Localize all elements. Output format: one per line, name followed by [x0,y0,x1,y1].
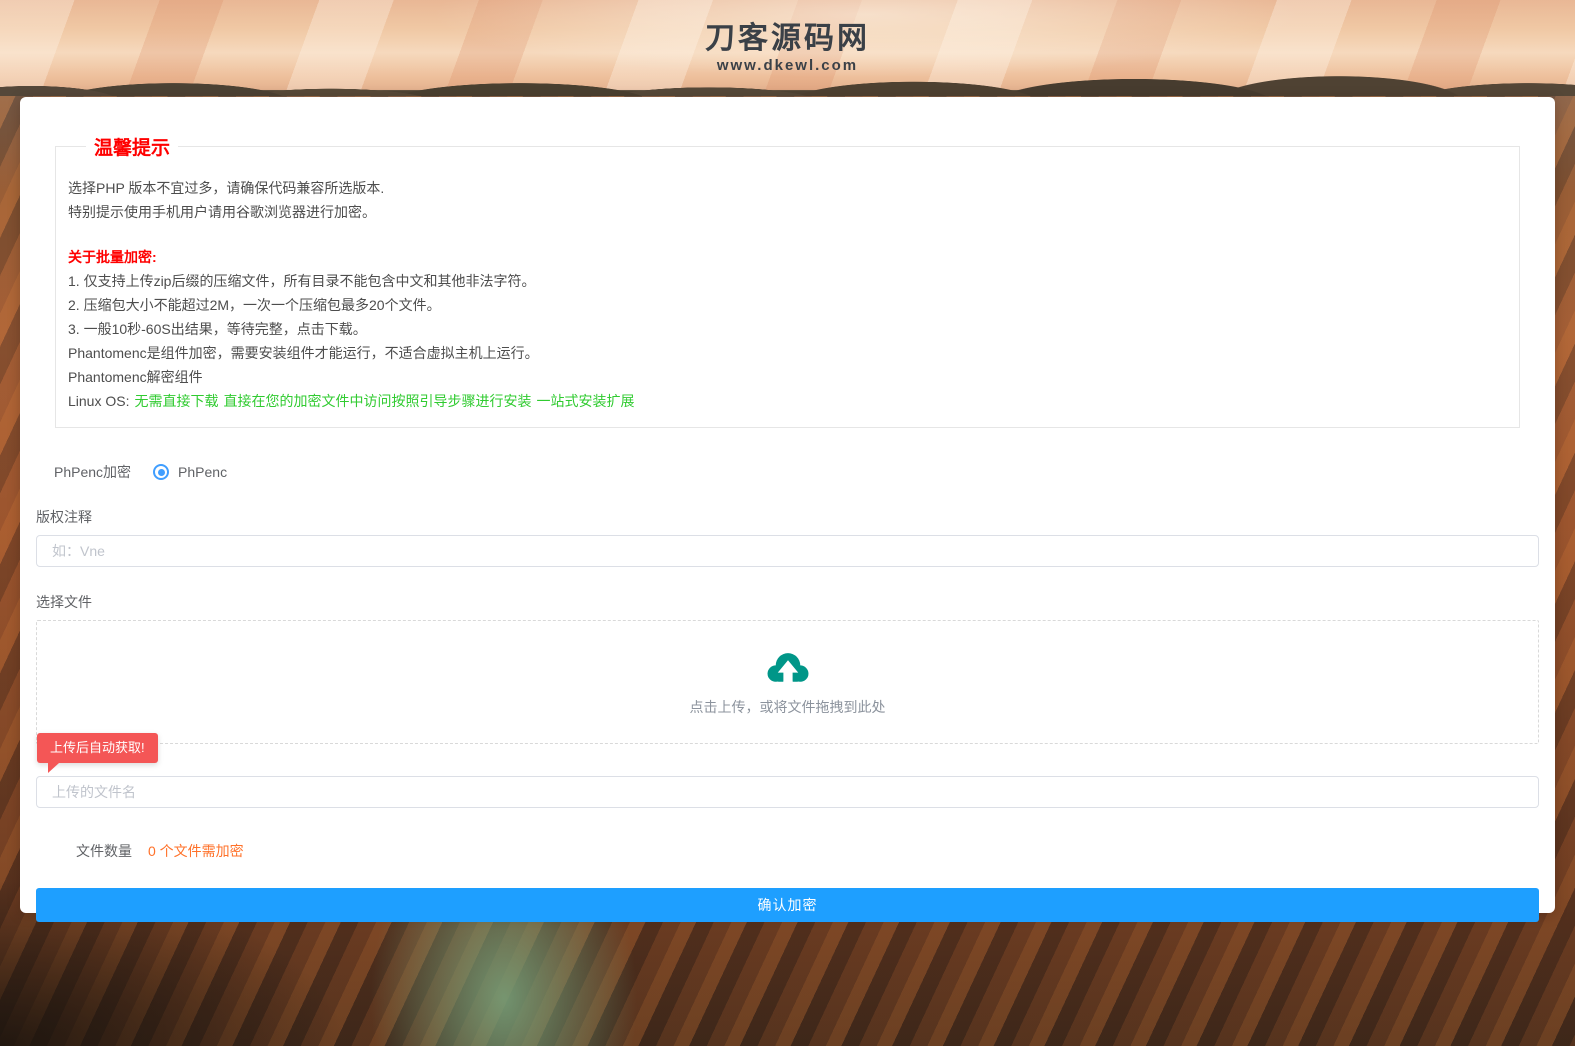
uploaded-filename-input[interactable] [36,776,1539,808]
confirm-encrypt-button[interactable]: 确认加密 [36,888,1539,922]
batch-encrypt-title: 关于批量加密: [68,245,1507,269]
phpenc-radio[interactable] [153,464,169,480]
upload-hint-text: 点击上传，或将文件拖拽到此处 [690,697,886,717]
upload-tooltip: 上传后自动获取! [37,733,158,763]
page: 刀客源码网 www.dkewl.com 温馨提示 选择PHP 版本不宜过多，请确… [0,0,1575,1046]
linux-os-prefix: Linux OS: [68,393,129,409]
notice-panel: 温馨提示 选择PHP 版本不宜过多，请确保代码兼容所选版本. 特别提示使用手机用… [55,133,1520,428]
cloud-upload-icon [762,647,814,691]
upload-dropzone[interactable]: 点击上传，或将文件拖拽到此处 [36,620,1539,744]
batch-rule-line: Phantomenc解密组件 [68,365,1507,389]
batch-rule-line: 2. 压缩包大小不能超过2M，一次一个压缩包最多20个文件。 [68,293,1507,317]
linux-os-line: Linux OS: 无需直接下载直接在您的加密文件中访问按照引导步骤进行安装一站式… [68,389,1507,413]
batch-rule-line: 1. 仅支持上传zip后缀的压缩文件，所有目录不能包含中文和其他非法字符。 [68,269,1507,293]
file-count-row: 文件数量 0 个文件需加密 [76,841,1539,861]
batch-rule-line: Phantomenc是组件加密，需要安装组件才能运行，不适合虚拟主机上运行。 [68,341,1507,365]
phpenc-radio-label[interactable]: PhPenc [178,464,227,480]
encryption-type-row: PhPenc加密 PhPenc [54,462,1539,482]
copyright-input[interactable] [36,535,1539,567]
main-card: 温馨提示 选择PHP 版本不宜过多，请确保代码兼容所选版本. 特别提示使用手机用… [20,97,1555,913]
link-install-guide[interactable]: 直接在您的加密文件中访问按照引导步骤进行安装 [223,393,531,409]
file-select-label: 选择文件 [36,592,1539,612]
link-no-direct-download[interactable]: 无需直接下载 [134,393,218,409]
site-logo-subtitle: www.dkewl.com [0,57,1575,74]
link-one-click-extension[interactable]: 一站式安装扩展 [536,393,634,409]
notice-line: 选择PHP 版本不宜过多，请确保代码兼容所选版本. [68,176,1507,200]
file-count-label: 文件数量 [76,841,132,861]
copyright-label: 版权注释 [36,507,1539,527]
notice-line: 特别提示使用手机用户请用谷歌浏览器进行加密。 [68,200,1507,224]
notice-legend: 温馨提示 [86,133,178,160]
site-logo-title: 刀客源码网 [0,22,1575,55]
file-count-value: 0 个文件需加密 [148,841,244,861]
encryption-type-label: PhPenc加密 [54,462,131,482]
phpenc-radio-dot [158,469,165,476]
site-logo: 刀客源码网 www.dkewl.com [0,22,1575,74]
upload-wrapper: 点击上传，或将文件拖拽到此处 上传后自动获取! [36,620,1539,744]
batch-rule-line: 3. 一般10秒-60S出结果，等待完整，点击下载。 [68,317,1507,341]
